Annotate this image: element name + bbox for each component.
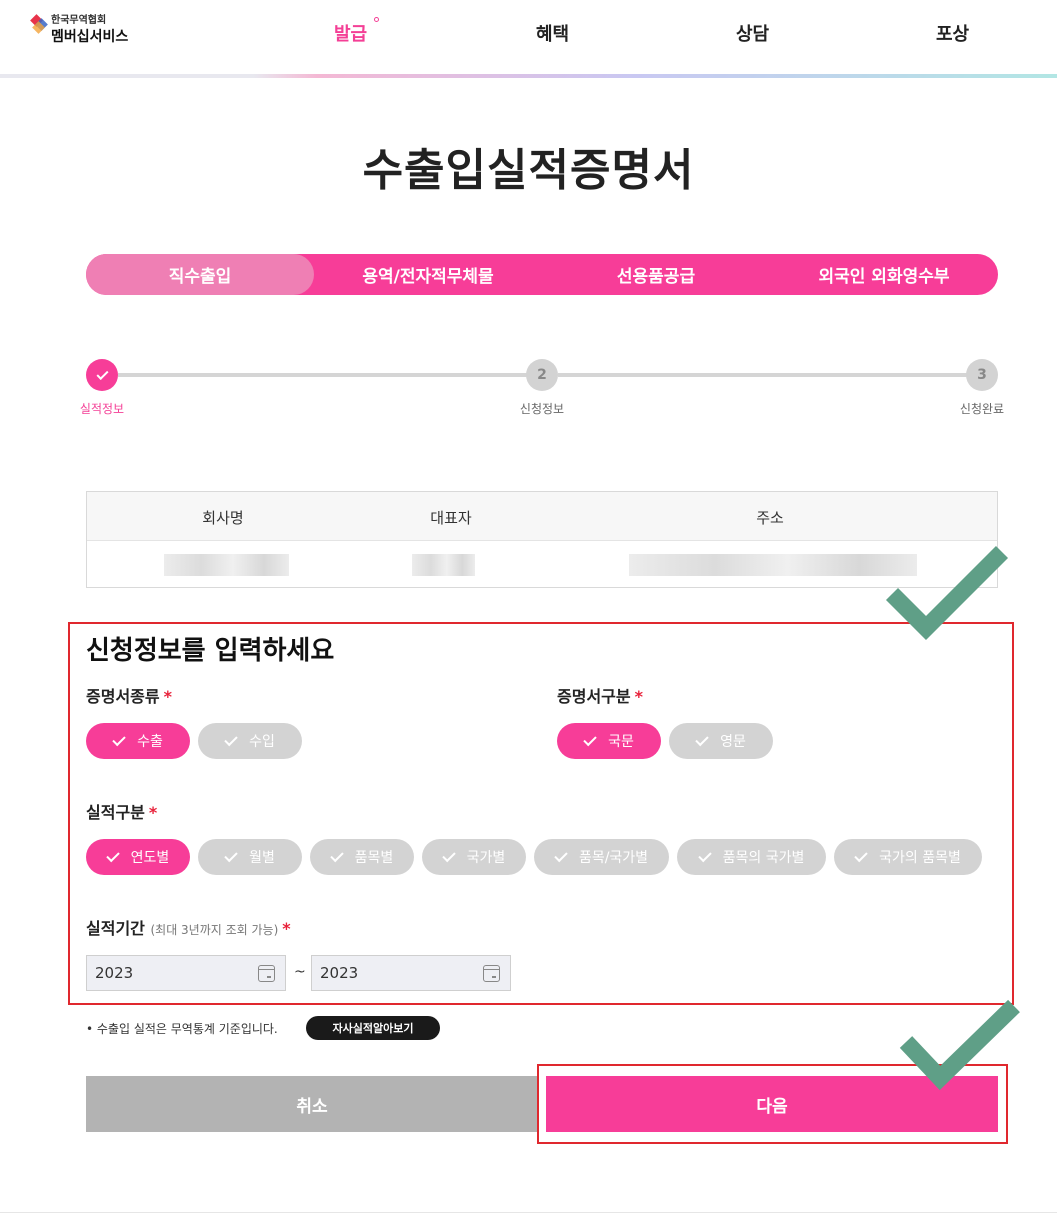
check-icon: [695, 732, 709, 746]
chip-item-country[interactable]: 품목/국가별: [534, 839, 669, 875]
form-title: 신청정보를 입력하세요: [86, 636, 335, 666]
nav-award[interactable]: 포상: [936, 20, 969, 46]
calendar-icon[interactable]: [258, 965, 275, 982]
address-redacted: [629, 554, 917, 576]
nav-issue[interactable]: 발급: [334, 20, 367, 46]
check-icon: [554, 848, 568, 862]
step-2-circle: 2: [526, 359, 558, 391]
header-company-name: 회사명: [202, 509, 244, 527]
logo-line1: 한국무역협회: [51, 15, 107, 26]
period-from-input[interactable]: 2023: [86, 955, 286, 991]
check-icon: [697, 848, 712, 862]
nav-active-dot-icon: [374, 17, 379, 22]
check-icon: [583, 732, 597, 746]
nav-benefit[interactable]: 혜택: [536, 20, 569, 46]
representative-redacted: [412, 554, 475, 576]
header-divider: [0, 74, 1057, 78]
period-to-input[interactable]: 2023: [311, 955, 511, 991]
cancel-button[interactable]: 취소: [86, 1076, 538, 1132]
check-icon: [224, 732, 238, 746]
perf-type-label: 실적구분 *: [86, 803, 158, 822]
check-icon: [441, 848, 456, 862]
calendar-icon[interactable]: [483, 965, 500, 982]
check-icon: [105, 848, 120, 862]
chip-korean[interactable]: 국문: [557, 723, 661, 759]
step-1-circle: [86, 359, 118, 391]
cert-lang-label: 증명서구분 *: [557, 687, 643, 706]
step-connector: [118, 373, 528, 377]
tab-ship-supply[interactable]: 선용품공급: [542, 254, 770, 295]
period-from-value: 2023: [95, 964, 134, 982]
chip-import[interactable]: 수입: [198, 723, 302, 759]
logo-mark-icon: [30, 14, 48, 34]
chip-item-by-country[interactable]: 품목의 국가별: [677, 839, 826, 875]
header-representative: 대표자: [430, 509, 472, 527]
step-1-label: 실적정보: [79, 402, 125, 416]
chip-english[interactable]: 영문: [669, 723, 773, 759]
check-icon: [854, 848, 868, 862]
cert-type-label: 증명서종류 *: [86, 687, 172, 706]
nav-consult[interactable]: 상담: [736, 20, 769, 46]
period-label: 실적기간 (최대 3년까지 조회 가능) *: [86, 919, 291, 938]
chip-country-by-item[interactable]: 국가의 품목별: [834, 839, 982, 875]
check-icon: [224, 848, 238, 862]
period-separator: ~: [294, 964, 306, 980]
stats-note: • 수출입 실적은 무역통계 기준입니다.: [86, 1022, 278, 1036]
company-name-redacted: [164, 554, 289, 576]
period-to-value: 2023: [320, 964, 359, 982]
annotation-check-icon: [899, 999, 1020, 1091]
footer-divider: [0, 1212, 1057, 1213]
check-icon: [95, 367, 109, 380]
tab-direct[interactable]: 직수출입: [86, 254, 314, 295]
check-icon: [329, 848, 344, 862]
chip-by-country[interactable]: 국가별: [422, 839, 526, 875]
chip-by-item[interactable]: 품목별: [310, 839, 414, 875]
header-address: 주소: [756, 509, 784, 527]
logo[interactable]: 한국무역협회 멤버십서비스: [30, 14, 129, 46]
table-header: 회사명 대표자 주소: [87, 492, 997, 541]
step-2-label: 신청정보: [519, 402, 565, 416]
tab-service[interactable]: 용역/전자적무체물: [314, 254, 542, 295]
tab-foreign-receipt[interactable]: 외국인 외화영수부: [770, 254, 998, 295]
chip-yearly[interactable]: 연도별: [86, 839, 190, 875]
step-3-label: 신청완료: [959, 402, 1005, 416]
step-connector: [558, 373, 968, 377]
chip-monthly[interactable]: 월별: [198, 839, 302, 875]
chip-export[interactable]: 수출: [86, 723, 190, 759]
header: 한국무역협회 멤버십서비스 발급 혜택 상담 포상: [0, 0, 1057, 78]
annotation-check-icon: [885, 545, 1009, 641]
page-title: 수출입실적증명서: [362, 145, 695, 196]
step-3-circle: 3: [966, 359, 998, 391]
logo-line2: 멤버십서비스: [51, 29, 129, 45]
form-highlight-box: [68, 622, 1014, 1005]
company-info-table: 회사명 대표자 주소: [86, 491, 998, 588]
check-icon: [112, 732, 126, 746]
my-performance-button[interactable]: 자사실적알아보기: [306, 1016, 440, 1040]
category-tabs: 직수출입 용역/전자적무체물 선용품공급 외국인 외화영수부: [86, 254, 998, 295]
